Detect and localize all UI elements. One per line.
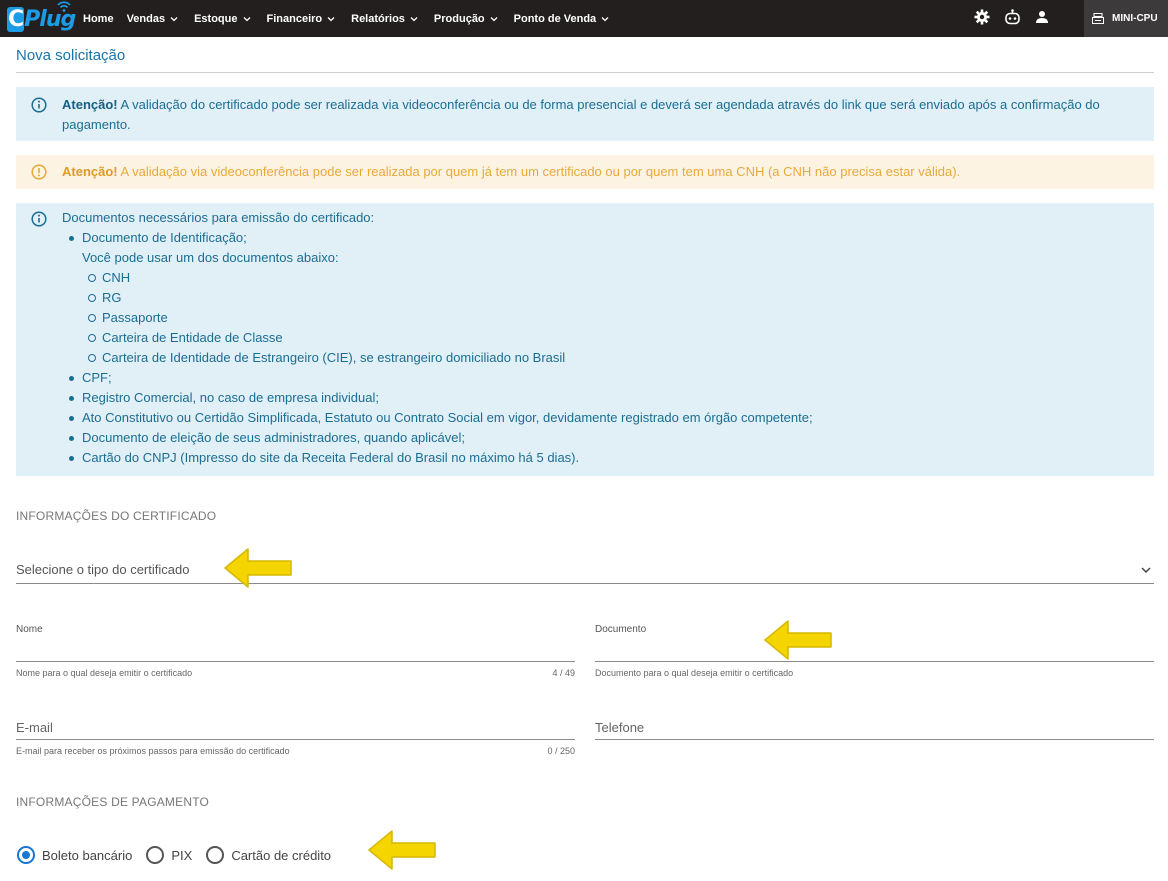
telefone-label: Telefone [595, 720, 645, 735]
arrow-left-icon [224, 548, 292, 588]
list-item: RG [82, 288, 1134, 308]
arrow-left-icon [368, 830, 436, 870]
docs-list: Documento de Identificação; Você pode us… [62, 228, 1134, 468]
nav-producao-label: Produção [433, 12, 485, 25]
chevron-down-icon [490, 16, 498, 21]
alert-strong: Atenção! [62, 164, 118, 179]
settings-button[interactable] [973, 8, 991, 26]
radio-cartao-label: Cartão de crédito [231, 847, 332, 863]
nav-vendas[interactable]: Vendas [127, 13, 179, 25]
list-item: Documento de Identificação; [62, 228, 1134, 248]
docs-intro: Documentos necessários para emissão do c… [62, 210, 375, 225]
docs-id-sub: Você pode usar um dos documentos abaixo:… [62, 248, 1134, 368]
device-label: MINI-CPU [1112, 13, 1158, 24]
nome-field[interactable]: Nome [16, 624, 575, 662]
videoconference-warning-alert: Atenção! A validação via videoconferênci… [16, 155, 1154, 189]
info-icon [31, 211, 47, 227]
nav-vendas-label: Vendas [126, 12, 166, 25]
nav-relatorios-label: Relatórios [351, 12, 405, 25]
email-label: E-mail [16, 720, 53, 735]
validation-info-alert: Atenção! A validação do certificado pode… [16, 87, 1154, 141]
list-item: Registro Comercial, no caso de empresa i… [62, 388, 1134, 408]
radio-pix-label: PIX [171, 847, 193, 863]
nav-home[interactable]: Home [83, 13, 114, 25]
chevron-down-icon [601, 16, 609, 21]
alert-text: A validação via videoconferência pode se… [117, 164, 961, 179]
chevron-down-icon [327, 16, 335, 21]
cert-type-select[interactable]: Selecione o tipo do certificado [16, 558, 1154, 584]
radio-boleto[interactable]: Boleto bancário [17, 846, 132, 864]
documento-hint: Documento para o qual deseja emitir o ce… [595, 668, 794, 678]
email-counter: 0 / 250 [547, 746, 575, 756]
nav-estoque-label: Estoque [194, 12, 238, 25]
nome-counter: 4 / 49 [552, 668, 575, 678]
nav-estoque[interactable]: Estoque [194, 13, 250, 25]
page-title: Nova solicitação [16, 47, 126, 64]
device-selector[interactable]: MINI-CPU [1084, 0, 1168, 37]
user-button[interactable] [1033, 8, 1051, 26]
arrow-left-icon [764, 620, 832, 660]
nav-ponto-de-venda[interactable]: Ponto de Venda [514, 13, 610, 25]
docs-id-hint: Você pode usar um dos documentos abaixo: [82, 250, 339, 265]
documento-field[interactable]: Documento [595, 624, 1154, 662]
docs-id-label: Documento de Identificação; [82, 230, 247, 245]
list-item: Passaporte [82, 308, 1134, 328]
cert-type-placeholder: Selecione o tipo do certificado [16, 562, 190, 577]
radio-cartao[interactable]: Cartão de crédito [206, 846, 331, 864]
radio-circle [206, 846, 225, 864]
email-hint: E-mail para receber os próximos passos p… [16, 746, 290, 756]
alert-text: A validação do certificado pode ser real… [62, 97, 1100, 132]
assistant-button[interactable] [1003, 8, 1021, 26]
documento-input[interactable] [595, 641, 1154, 659]
nome-input[interactable] [16, 641, 575, 659]
radio-boleto-label: Boleto bancário [42, 847, 133, 863]
nome-label: Nome [16, 624, 43, 635]
cert-section-heading: INFORMAÇÕES DO CERTIFICADO [16, 509, 217, 523]
main-nav: Home Vendas Estoque Financeiro Relatório… [83, 0, 625, 37]
brand-logo[interactable]: CPlug [7, 1, 76, 33]
info-icon [31, 97, 47, 113]
radio-circle [17, 846, 35, 864]
warning-icon [31, 164, 47, 180]
register-icon [1092, 13, 1104, 24]
title-divider [16, 72, 1154, 73]
chevron-down-icon [1141, 567, 1151, 574]
radio-circle [146, 846, 165, 864]
payment-section-heading: INFORMAÇÕES DE PAGAMENTO [16, 795, 210, 809]
documento-label: Documento [595, 624, 647, 635]
alert-strong: Atenção! [62, 97, 118, 112]
list-item: Carteira de Identidade de Estrangeiro (C… [82, 348, 1134, 368]
email-field[interactable]: E-mail [16, 712, 575, 740]
radio-pix[interactable]: PIX [146, 846, 192, 864]
list-item: Carteira de Entidade de Classe [82, 328, 1134, 348]
nav-producao[interactable]: Produção [434, 13, 498, 25]
nav-relatorios[interactable]: Relatórios [351, 13, 418, 25]
nome-hint: Nome para o qual deseja emitir o certifi… [16, 668, 193, 678]
user-icon [1036, 11, 1048, 23]
payment-method-group: Boleto bancário PIX Cartão de crédito [17, 846, 345, 864]
list-item: Documento de eleição de seus administrad… [62, 428, 1134, 448]
telefone-field[interactable]: Telefone [595, 712, 1154, 740]
chevron-down-icon [170, 16, 178, 21]
list-item: CPF; [62, 368, 1134, 388]
nav-ponto-de-venda-label: Ponto de Venda [513, 12, 597, 25]
top-icon-group [973, 8, 1063, 26]
chevron-down-icon [243, 16, 250, 21]
list-item: Ato Constitutivo ou Certidão Simplificad… [62, 408, 1134, 428]
docs-id-options: CNH RG Passaporte Carteira de Entidade d… [82, 268, 1134, 368]
wifi-icon [57, 1, 71, 12]
list-item: CNH [82, 268, 1134, 288]
required-documents-alert: Documentos necessários para emissão do c… [16, 203, 1154, 476]
nav-home-label: Home [83, 12, 114, 25]
list-item: Cartão do CNPJ (Impresso do site da Rece… [62, 448, 1134, 468]
gear-icon [974, 9, 990, 25]
top-navbar: CPlug Home Vendas Estoque Financeiro Rel… [0, 0, 1168, 37]
nav-financeiro[interactable]: Financeiro [267, 13, 336, 25]
robot-icon [1004, 9, 1020, 25]
chevron-down-icon [410, 16, 418, 21]
nav-financeiro-label: Financeiro [266, 12, 323, 25]
